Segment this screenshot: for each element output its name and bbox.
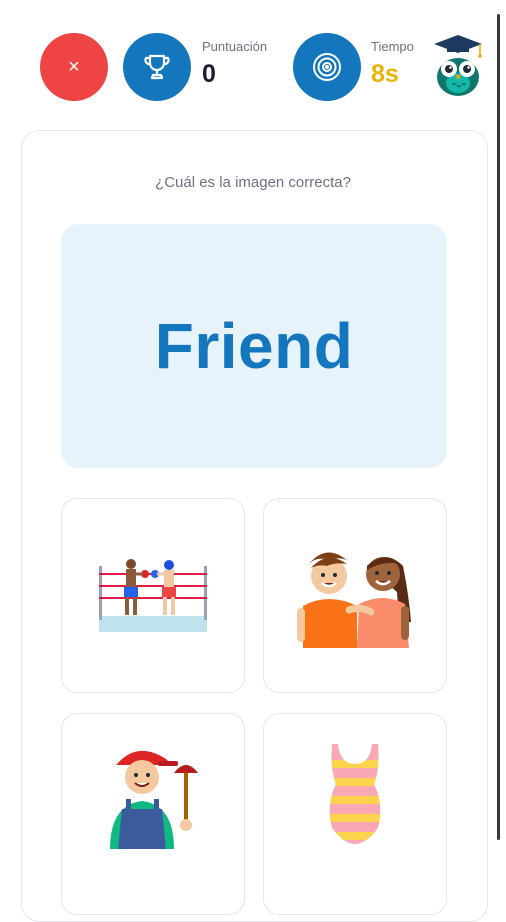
target-word: Friend [154, 310, 354, 382]
score-value: 0 [202, 60, 216, 88]
word-panel: Friend [61, 224, 447, 468]
close-icon: × [68, 55, 80, 78]
trophy-icon [144, 54, 170, 80]
two-friends-icon [297, 551, 411, 648]
option-plumber[interactable] [61, 713, 245, 915]
option-friends[interactable] [263, 498, 447, 693]
score-label: Puntuación [202, 39, 268, 54]
score-badge [123, 33, 191, 101]
question-prompt: ¿Cuál es la imagen correcta? [155, 174, 351, 191]
option-boxing[interactable] [61, 498, 245, 693]
option-swimsuit[interactable] [263, 713, 447, 915]
time-value: 8s [371, 60, 399, 88]
plumber-icon [110, 750, 198, 849]
boxing-match-icon [99, 558, 207, 632]
time-label: Tiempo [371, 39, 414, 54]
close-button[interactable]: × [40, 33, 108, 101]
time-badge [293, 33, 361, 101]
swimsuit-icon [329, 744, 381, 844]
owl-mascot-icon [434, 35, 482, 96]
scrollbar[interactable] [497, 14, 500, 840]
target-icon [313, 53, 341, 81]
